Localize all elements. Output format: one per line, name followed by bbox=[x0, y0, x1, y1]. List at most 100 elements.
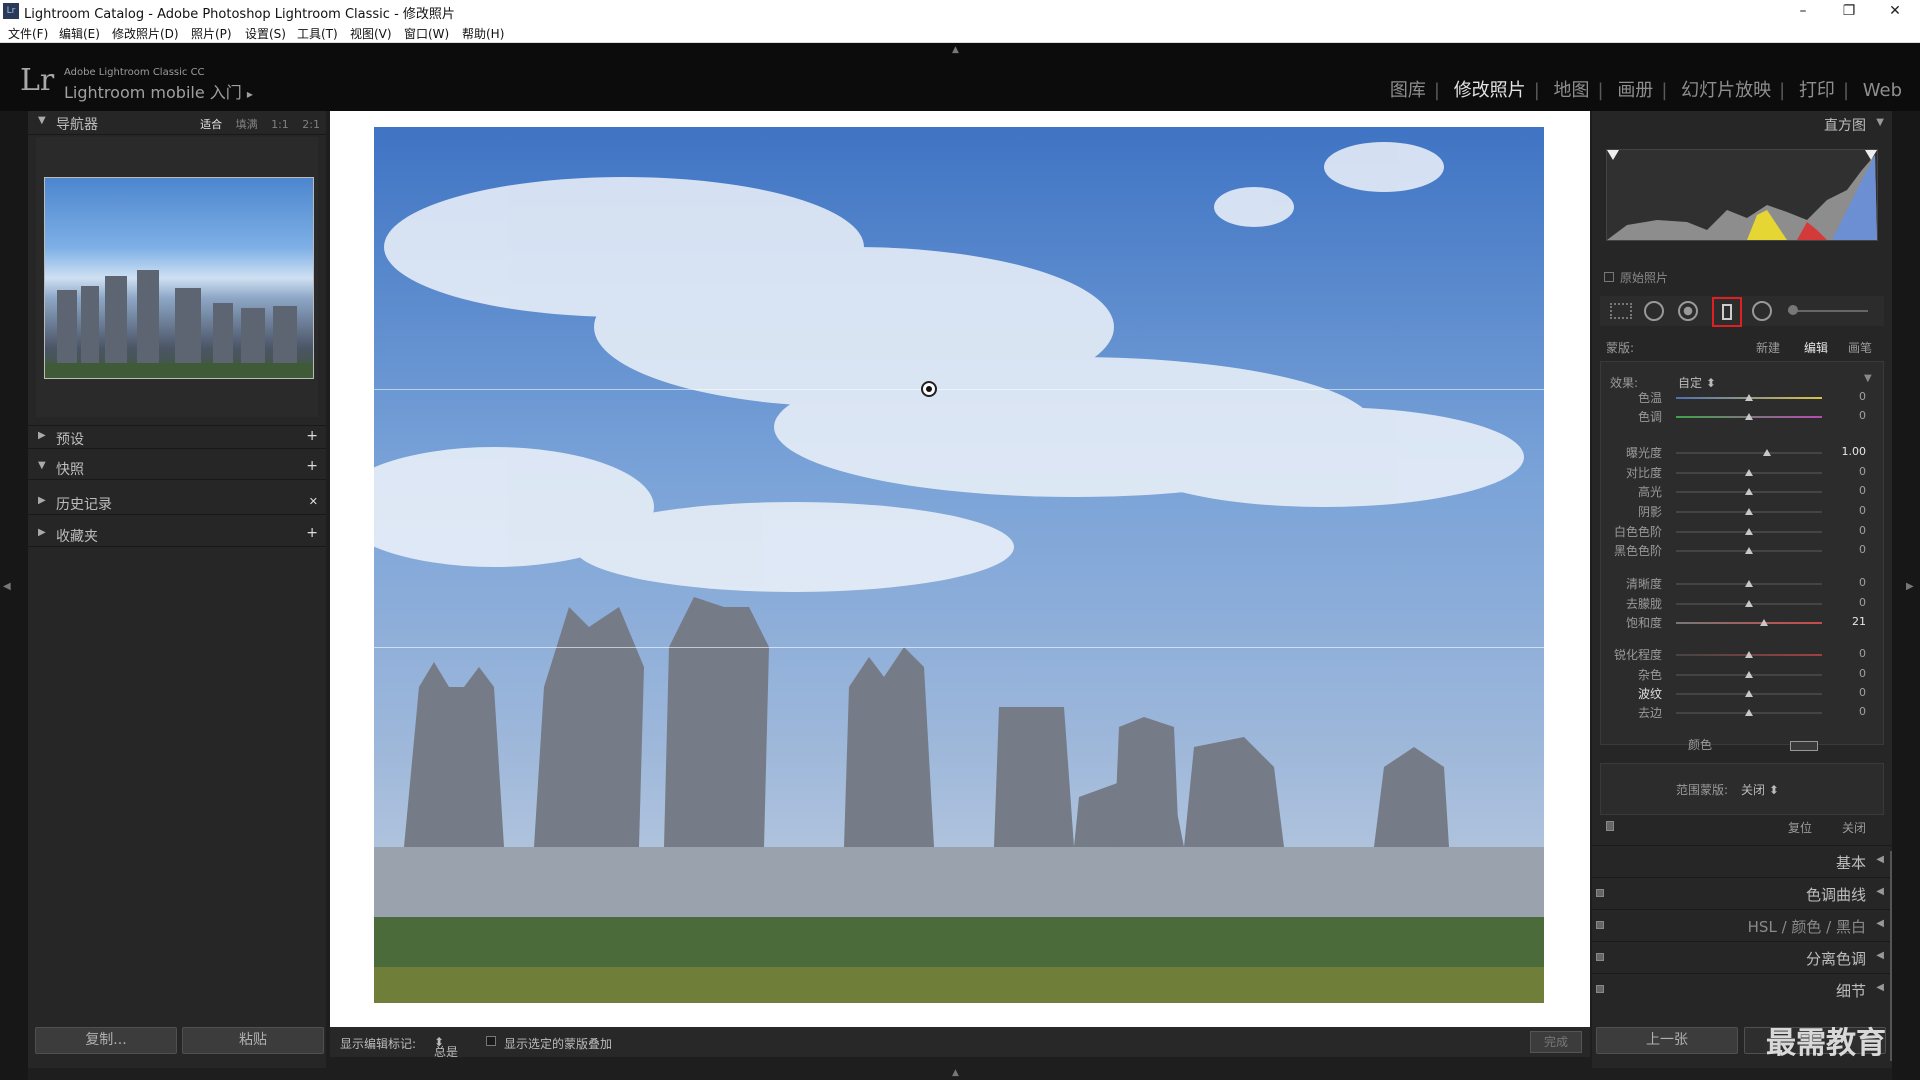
red-eye-icon[interactable] bbox=[1678, 301, 1698, 321]
menu-edit[interactable]: 编辑(E) bbox=[59, 25, 100, 42]
menu-photo[interactable]: 照片(P) bbox=[191, 25, 232, 42]
saturation-slider[interactable] bbox=[1676, 622, 1822, 624]
photo-image[interactable] bbox=[374, 127, 1544, 1003]
graduated-filter-icon[interactable] bbox=[1712, 297, 1742, 327]
defringe-slider-thumb[interactable] bbox=[1745, 709, 1753, 716]
lightroom-mobile-link[interactable]: Lightroom mobile 入门 ▸ bbox=[64, 79, 253, 103]
shadows-value[interactable]: 0 bbox=[1836, 504, 1866, 517]
defringe-value[interactable]: 0 bbox=[1836, 705, 1866, 718]
top-panel-toggle-icon[interactable]: ▲ bbox=[952, 45, 959, 55]
hsl-section[interactable]: HSL / 颜色 / 黑白 ◀ bbox=[1592, 909, 1892, 939]
filter-line-top[interactable] bbox=[330, 389, 1590, 390]
radial-filter-icon[interactable] bbox=[1752, 301, 1772, 321]
moire-slider-thumb[interactable] bbox=[1745, 690, 1753, 697]
blacks-slider-thumb[interactable] bbox=[1745, 547, 1753, 554]
dehaze-slider-thumb[interactable] bbox=[1745, 600, 1753, 607]
brush-slider-knob[interactable] bbox=[1788, 305, 1798, 315]
mask-edit-button[interactable]: 编辑 bbox=[1804, 339, 1828, 356]
highlights-value[interactable]: 0 bbox=[1836, 484, 1866, 497]
shadows-slider-thumb[interactable] bbox=[1745, 508, 1753, 515]
module-slideshow[interactable]: 幻灯片放映 bbox=[1681, 80, 1771, 101]
histogram-header[interactable]: 直方图 ▼ bbox=[1592, 111, 1892, 135]
zoom-fill[interactable]: 填满 bbox=[236, 118, 258, 131]
snapshots-header[interactable]: ▼ 快照 + bbox=[28, 456, 326, 480]
sharpness-slider-thumb[interactable] bbox=[1745, 651, 1753, 658]
left-panel-toggle-icon[interactable]: ◀ bbox=[3, 581, 11, 592]
clarity-slider-thumb[interactable] bbox=[1745, 580, 1753, 587]
right-panel-toggle-icon[interactable]: ▶ bbox=[1906, 581, 1914, 592]
overlay-checkbox[interactable] bbox=[486, 1036, 496, 1046]
noise-slider-thumb[interactable] bbox=[1745, 671, 1753, 678]
minimize-button[interactable]: – bbox=[1780, 0, 1826, 22]
panel-switch-icon[interactable] bbox=[1596, 921, 1604, 929]
module-library[interactable]: 图库 bbox=[1390, 80, 1426, 101]
add-collection-icon[interactable]: + bbox=[306, 525, 318, 541]
close-panel-button[interactable]: 关闭 bbox=[1842, 819, 1866, 836]
histogram[interactable] bbox=[1606, 149, 1878, 241]
moire-value[interactable]: 0 bbox=[1836, 686, 1866, 699]
panel-switch-icon[interactable] bbox=[1596, 889, 1604, 897]
collections-header[interactable]: ▶ 收藏夹 + bbox=[28, 523, 326, 547]
detail-section[interactable]: 细节 ◀ bbox=[1592, 973, 1892, 1003]
panel-switch-icon[interactable] bbox=[1596, 985, 1604, 993]
range-mask-select[interactable]: 关闭 ⬍ bbox=[1741, 781, 1779, 798]
exposure-value[interactable]: 1.00 bbox=[1836, 445, 1867, 458]
spot-removal-icon[interactable] bbox=[1644, 301, 1664, 321]
sharpness-value[interactable]: 0 bbox=[1836, 647, 1866, 660]
color-swatch-icon[interactable] bbox=[1790, 741, 1818, 751]
temp-slider-thumb[interactable] bbox=[1745, 394, 1753, 401]
navigator-preview[interactable] bbox=[44, 177, 314, 379]
noise-value[interactable]: 0 bbox=[1836, 667, 1866, 680]
show-pins-select[interactable]: 总是 ⬍ bbox=[434, 1035, 458, 1059]
mask-new-button[interactable]: 新建 bbox=[1756, 339, 1780, 356]
crop-tool-icon[interactable] bbox=[1610, 303, 1632, 319]
paste-settings-button[interactable]: 粘贴 bbox=[182, 1027, 324, 1054]
whites-value[interactable]: 0 bbox=[1836, 524, 1866, 537]
effect-select[interactable]: 自定 ⬍ bbox=[1678, 374, 1716, 391]
done-button[interactable]: 完成 bbox=[1530, 1031, 1582, 1053]
copy-settings-button[interactable]: 复制... bbox=[35, 1027, 177, 1054]
module-develop[interactable]: 修改照片 bbox=[1454, 80, 1526, 101]
module-book[interactable]: 画册 bbox=[1617, 80, 1653, 101]
blacks-value[interactable]: 0 bbox=[1836, 543, 1866, 556]
saturation-value[interactable]: 21 bbox=[1836, 615, 1866, 628]
add-snapshot-icon[interactable]: + bbox=[306, 458, 318, 474]
highlights-slider-thumb[interactable] bbox=[1745, 488, 1753, 495]
temp-value[interactable]: 0 bbox=[1836, 390, 1866, 403]
tone-curve-section[interactable]: 色调曲线 ◀ bbox=[1592, 877, 1892, 907]
menu-develop[interactable]: 修改照片(D) bbox=[112, 25, 179, 42]
maximize-button[interactable]: ❐ bbox=[1826, 0, 1872, 22]
reset-button[interactable]: 复位 bbox=[1788, 819, 1812, 836]
zoom-1-1[interactable]: 1:1 bbox=[271, 118, 289, 131]
panel-scrollbar[interactable] bbox=[1890, 851, 1892, 1061]
mask-brush-button[interactable]: 画笔 bbox=[1848, 339, 1872, 356]
filter-line-bottom[interactable] bbox=[330, 647, 1590, 648]
filmstrip-toggle-icon[interactable]: ▲ bbox=[952, 1068, 959, 1078]
module-web[interactable]: Web bbox=[1863, 80, 1902, 101]
tint-value[interactable]: 0 bbox=[1836, 409, 1866, 422]
contrast-value[interactable]: 0 bbox=[1836, 465, 1866, 478]
effect-collapse-icon[interactable]: ▼ bbox=[1864, 373, 1872, 384]
saturation-slider-thumb[interactable] bbox=[1759, 619, 1768, 626]
filter-pin-icon[interactable] bbox=[921, 381, 937, 397]
menu-help[interactable]: 帮助(H) bbox=[462, 25, 504, 42]
history-header[interactable]: ▶ 历史记录 ✕ bbox=[28, 491, 326, 515]
tint-slider-thumb[interactable] bbox=[1745, 413, 1753, 420]
panel-switch-icon[interactable] bbox=[1596, 953, 1604, 961]
menu-file[interactable]: 文件(F) bbox=[8, 25, 48, 42]
navigator-header[interactable]: ▼ 导航器 适合 填满 1:1 2:1 bbox=[28, 111, 326, 135]
close-window-button[interactable]: ✕ bbox=[1872, 0, 1918, 22]
basic-section[interactable]: 基本 ◀ bbox=[1592, 845, 1892, 875]
menu-view[interactable]: 视图(V) bbox=[350, 25, 392, 42]
menu-tools[interactable]: 工具(T) bbox=[297, 25, 338, 42]
original-photo-checkbox[interactable] bbox=[1604, 272, 1614, 282]
menu-window[interactable]: 窗口(W) bbox=[404, 25, 449, 42]
presets-header[interactable]: ▶ 预设 + bbox=[28, 425, 326, 449]
contrast-slider-thumb[interactable] bbox=[1745, 469, 1753, 476]
dehaze-value[interactable]: 0 bbox=[1836, 596, 1866, 609]
clarity-value[interactable]: 0 bbox=[1836, 576, 1866, 589]
zoom-fit[interactable]: 适合 bbox=[200, 118, 222, 131]
menu-settings[interactable]: 设置(S) bbox=[245, 25, 286, 42]
brush-slider-icon[interactable] bbox=[1788, 310, 1868, 312]
clear-history-icon[interactable]: ✕ bbox=[309, 495, 318, 508]
